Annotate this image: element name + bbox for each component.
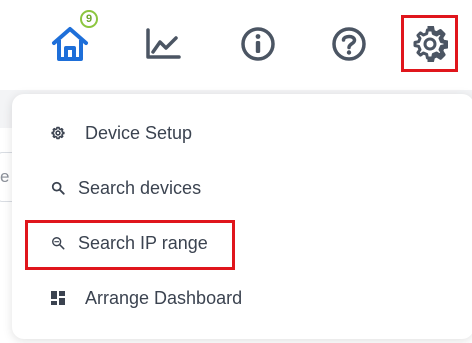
menu-item-label: Search IP range <box>78 232 208 253</box>
gear-icon <box>50 125 66 141</box>
help-icon <box>331 26 367 62</box>
info-button[interactable] <box>236 22 280 66</box>
menu-item-search-ip-range[interactable]: Search IP range <box>12 223 452 263</box>
home-button[interactable] <box>48 22 92 66</box>
menu-item-label: Device Setup <box>85 122 193 143</box>
search-icon <box>50 180 66 196</box>
grid-icon <box>50 290 66 306</box>
settings-dropdown-menu: Device Setup Search devices Search IP ra… <box>12 94 472 339</box>
home-icon <box>51 26 89 62</box>
charts-button[interactable] <box>141 22 185 66</box>
line-chart-icon <box>145 28 181 60</box>
search-ip-icon <box>50 235 66 251</box>
settings-button[interactable] <box>408 22 452 66</box>
info-icon <box>240 26 276 62</box>
menu-item-label: Search devices <box>78 177 202 198</box>
notification-badge: 9 <box>80 10 98 28</box>
menu-item-label: Arrange Dashboard <box>85 287 243 308</box>
menu-item-search-devices[interactable]: Search devices <box>12 168 452 208</box>
menu-item-arrange-dashboard[interactable]: Arrange Dashboard <box>12 278 452 318</box>
help-button[interactable] <box>327 22 371 66</box>
top-navigation-bar: 9 <box>0 0 472 90</box>
menu-item-device-setup[interactable]: Device Setup <box>12 113 452 153</box>
gear-icon <box>412 26 448 62</box>
